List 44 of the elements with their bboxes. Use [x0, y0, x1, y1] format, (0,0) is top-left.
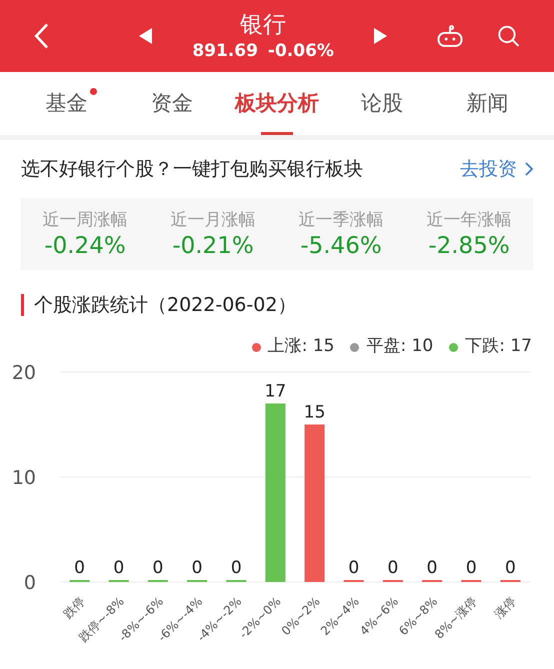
legend-label: 下跌: 17: [465, 335, 532, 358]
return-value: -5.46%: [300, 232, 382, 260]
bar-value-label: 0: [230, 558, 242, 578]
legend-label: 平盘: 10: [366, 335, 434, 358]
bar-value-label: 15: [304, 402, 326, 422]
bar-value-label: 0: [74, 558, 85, 578]
x-axis-label: 跌停: [60, 594, 88, 622]
index-change: -0.06%: [268, 40, 334, 62]
bar-value-label: 0: [348, 558, 360, 578]
x-axis-label: 涨停: [492, 594, 519, 622]
bar-value-label: 0: [113, 558, 124, 578]
return-value: -0.21%: [172, 232, 254, 260]
y-axis-label: 10: [12, 467, 36, 489]
bar-value-label: 0: [192, 558, 202, 578]
return-label: 近一月涨幅: [170, 209, 256, 232]
return-label: 近一季涨幅: [298, 209, 384, 232]
y-axis-label: 0: [24, 572, 36, 594]
previous-icon[interactable]: [139, 28, 152, 44]
tab[interactable]: 论股: [330, 72, 435, 135]
invest-link[interactable]: 去投资: [460, 154, 533, 184]
section-title: 个股涨跌统计（2022-06-02）: [34, 292, 296, 318]
index-price: 891.69: [192, 40, 258, 62]
bar-value-label: 0: [152, 558, 164, 578]
tab-underline: [261, 132, 293, 135]
return-value: -2.85%: [428, 232, 510, 260]
return-value: -0.24%: [44, 232, 126, 260]
tab[interactable]: 基金: [14, 72, 120, 135]
bar-value-label: 17: [264, 382, 286, 402]
return-label: 近一年涨幅: [426, 209, 512, 232]
chevron-right-icon: [525, 162, 533, 176]
next-icon[interactable]: [374, 28, 387, 44]
tab[interactable]: 新闻: [434, 72, 540, 135]
tab[interactable]: 板块分析: [224, 72, 330, 135]
y-axis-label: 20: [12, 362, 36, 384]
bar-value-label: 0: [388, 558, 398, 578]
legend-label: 上涨: 15: [268, 335, 334, 358]
section-marker: [21, 294, 24, 316]
bar-value-label: 0: [505, 558, 516, 578]
tab[interactable]: 资金: [119, 72, 224, 135]
bar-value-label: 0: [426, 558, 438, 578]
sector-title: 银行: [240, 11, 286, 40]
return-label: 近一周涨幅: [42, 209, 128, 232]
promo-text: 选不好银行个股？一键打包购买银行板块: [21, 156, 363, 182]
bar-value-label: 0: [466, 558, 477, 578]
